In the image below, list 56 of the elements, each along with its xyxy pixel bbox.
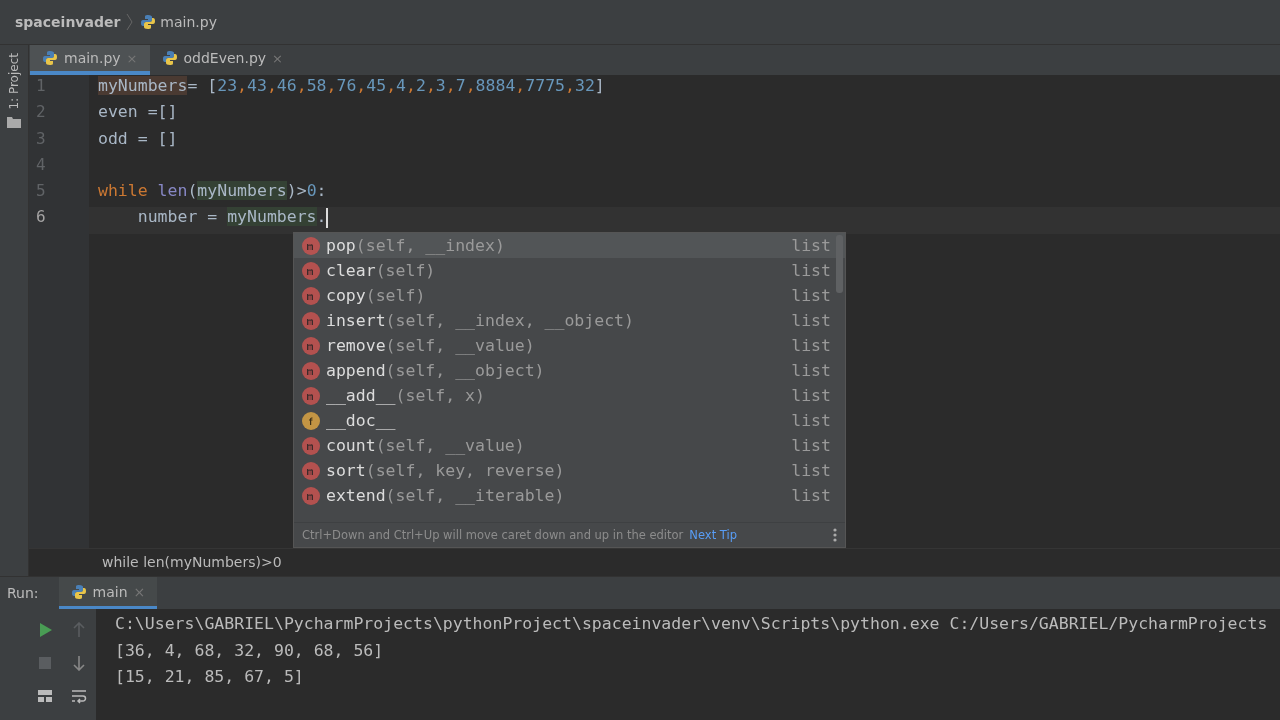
up-arrow-icon[interactable]: [71, 621, 87, 638]
scrollbar-thumb[interactable]: [836, 235, 843, 293]
editor-tab[interactable]: oddEven.py ×: [149, 45, 295, 75]
field-icon: [302, 411, 320, 430]
console-output-line: [15, 21, 85, 67, 5]: [115, 666, 305, 688]
hint-text: Ctrl+Down and Ctrl+Up will move caret down and up in the editor: [302, 528, 684, 542]
down-arrow-icon[interactable]: [71, 654, 87, 671]
completion-item[interactable]: copy(self) list: [294, 283, 845, 308]
code-line[interactable]: while len(myNumbers)>0:: [98, 181, 327, 201]
editor-tab[interactable]: main.py ×: [30, 45, 150, 75]
python-file-icon: [70, 583, 87, 600]
completion-item[interactable]: append(self, __object) list: [294, 358, 845, 383]
method-icon: [302, 286, 320, 305]
python-file-icon: [42, 50, 58, 66]
method-icon: [302, 236, 320, 255]
completion-item[interactable]: remove(self, __value) list: [294, 333, 845, 358]
method-icon: [302, 311, 320, 330]
folder-icon: [7, 115, 21, 128]
completion-item[interactable]: insert(self, __index, __object) list: [294, 308, 845, 333]
method-icon: [302, 486, 320, 505]
console-output-line: C:\Users\GABRIEL\PycharmProjects\pythonProject\spaceinvader\venv\Scripts\python.exe C:/Users/GABRIEL/PycharmProjects: [115, 613, 1268, 635]
completion-item[interactable]: pop(self, __index) list: [294, 233, 845, 258]
completion-item[interactable]: count(self, __value) list: [294, 433, 845, 458]
run-label: Run:: [7, 585, 39, 601]
code-line[interactable]: myNumbers= [23,43,46,58,76,45,4,2,3,7,8884,7775,32]: [98, 76, 605, 95]
code-line[interactable]: even =[]: [98, 102, 178, 122]
code-line[interactable]: number = myNumbers.: [98, 207, 327, 227]
completion-item[interactable]: sort(self, key, reverse) list: [294, 458, 845, 483]
stop-icon[interactable]: [37, 654, 53, 671]
text-caret: [326, 208, 329, 228]
next-tip-link[interactable]: Next Tip: [689, 528, 737, 542]
method-icon: [302, 261, 320, 280]
method-icon: [302, 361, 320, 380]
python-file-icon: [161, 50, 178, 66]
python-file-icon: [140, 14, 157, 30]
console-output-line: [36, 4, 68, 32, 90, 68, 56]: [115, 639, 385, 662]
completion-item[interactable]: __doc__ list: [294, 408, 845, 433]
chevron-icon: [126, 13, 135, 31]
completion-item[interactable]: __add__(self, x) list: [294, 383, 845, 408]
more-icon[interactable]: [833, 528, 837, 542]
play-icon[interactable]: [37, 621, 53, 638]
completion-item[interactable]: extend(self, __iterable) list: [294, 483, 845, 508]
file-name[interactable]: main.py: [160, 14, 217, 30]
project-tool-button[interactable]: 1: Project: [7, 53, 21, 110]
code-line[interactable]: odd = []: [98, 128, 178, 148]
method-icon: [302, 436, 320, 455]
method-icon: [302, 386, 320, 405]
line-number: 6: [35, 207, 47, 229]
project-name[interactable]: spaceinvader: [15, 14, 121, 30]
completion-item[interactable]: clear(self) list: [294, 258, 845, 283]
soft-wrap-icon[interactable]: [71, 687, 87, 704]
method-icon: [302, 461, 320, 480]
run-tab[interactable]: main ×: [58, 577, 158, 609]
layout-icon[interactable]: [37, 687, 53, 704]
method-icon: [302, 336, 320, 355]
completion-popup[interactable]: [293, 232, 846, 548]
